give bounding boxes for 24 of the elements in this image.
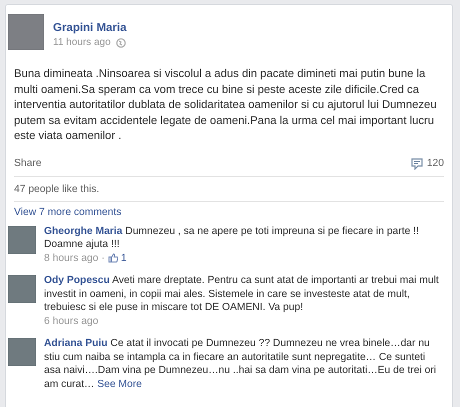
see-more-link[interactable]: See More — [97, 378, 142, 390]
post-text: Buna dimineata .Ninsoarea si viscolul a adus din pacate dimineti mai putin bune la multi oameni.Sa speram ca vom trece cu bine si peste aceste zile dificile.Cred ca interventia autoritatilor dublata de solidaritatea oamenilor si cu ajutorul lui Dumnezeu putem sa evitam accidentele legate de oameni.Pana la urma cel mai important lucru este viata oamenilor . — [14, 67, 438, 144]
comment-icon — [410, 158, 423, 170]
likes-text: 47 people like this. — [14, 176, 444, 202]
author-link[interactable]: Gheorghe Maria — [44, 226, 122, 236]
comment-time: 6 hours ago — [44, 314, 98, 328]
author-link[interactable]: Adriana Puiu — [44, 338, 108, 349]
avatar-placeholder[interactable] — [8, 14, 44, 50]
avatar-placeholder[interactable] — [8, 226, 36, 254]
comment-text: Ody Popescu Aveti mare dreptate. Pentru ca sunt atat de importanti ar trebui mai mult investit in oameni, in copii mai ales. Sistemele in care se investeste atat de mult, trebuiesc si ele puse in miscare tot DE OAMENI. Va pup! — [44, 274, 440, 314]
author-link[interactable]: Ody Popescu — [44, 275, 110, 286]
avatar-placeholder[interactable] — [8, 275, 36, 303]
comment-time: 8 hours ago — [44, 252, 98, 265]
comment-text: Adriana Puiu Ce atat il invocati pe Dumnezeu ?? Dumnezeu ne vrea binele…dar nu stiu cum naiba se intampla ca in fiecare an autoritatile sunt nepregatite… Ce sunteti asa naivi….Dam vina pe Dumnezeu…nu ..hai sa dam vina pe autoritati…Eu de trei ori am curat… See More — [44, 337, 438, 391]
comment-text: Gheorghe Maria Dumnezeu , sa ne apere pe toti impreuna si pe fiecare in parte !! Doamne ajuta !!! — [44, 224, 420, 252]
avatar-placeholder[interactable] — [8, 338, 36, 366]
author-name[interactable]: Grapini Maria — [53, 22, 126, 34]
view-more-comments-link[interactable]: View 7 more comments — [14, 206, 444, 218]
separator-dot: · — [101, 252, 105, 265]
comment-count: 120 — [426, 158, 444, 169]
like-count[interactable]: 1 — [120, 252, 127, 265]
share-link[interactable]: Share — [14, 158, 42, 169]
post-time: 11 hours ago — [53, 37, 111, 48]
thumbs-up-icon — [108, 253, 118, 264]
